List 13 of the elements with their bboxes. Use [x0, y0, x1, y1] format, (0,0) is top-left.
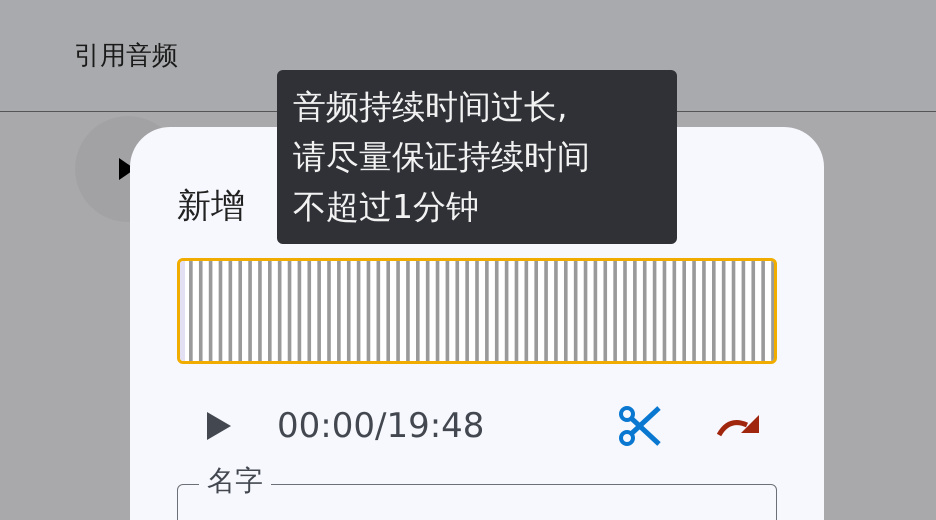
- page-title: 引用音频: [74, 40, 178, 73]
- tooltip-text: 不超过1分钟: [293, 186, 480, 228]
- dialog-title: 新增: [177, 185, 245, 228]
- cut-button[interactable]: [619, 406, 661, 446]
- redo-icon: [717, 415, 759, 437]
- redo-button[interactable]: [717, 415, 759, 437]
- tooltip-text: 请尽量保证持续时间: [293, 136, 591, 178]
- tooltip-text: 音频持续时间过长,: [293, 86, 568, 128]
- play-icon: [207, 412, 231, 440]
- scissors-icon: [619, 406, 661, 446]
- audio-waveform[interactable]: [177, 258, 777, 364]
- play-button[interactable]: [207, 412, 231, 440]
- playback-time: 00:00/19:48: [277, 406, 484, 446]
